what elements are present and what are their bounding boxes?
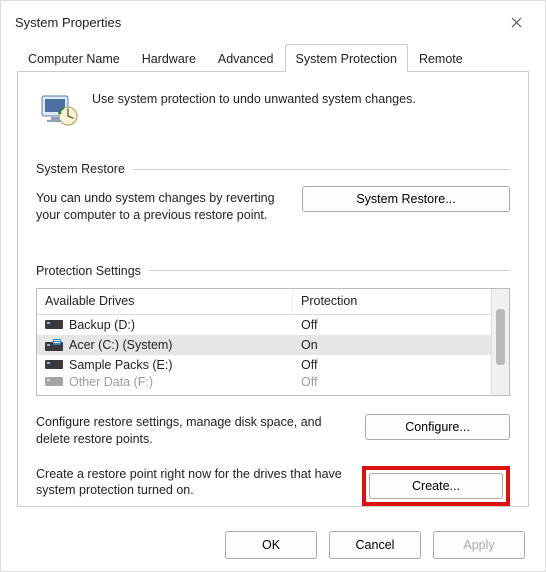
- system-restore-desc: You can undo system changes by reverting…: [36, 186, 284, 224]
- configure-row: Configure restore settings, manage disk …: [36, 414, 510, 448]
- tab-advanced[interactable]: Advanced: [207, 44, 285, 72]
- system-protection-icon: [38, 88, 78, 128]
- column-header-protection[interactable]: Protection: [293, 289, 491, 314]
- close-button[interactable]: [497, 7, 535, 37]
- titlebar: System Properties: [1, 1, 545, 39]
- content-area: Computer Name Hardware Advanced System P…: [1, 39, 545, 519]
- drive-icon: [45, 339, 63, 350]
- intro-row: Use system protection to undo unwanted s…: [36, 84, 510, 146]
- protection-cell: Off: [293, 357, 491, 373]
- table-header: Available Drives Protection: [37, 289, 491, 315]
- configure-button[interactable]: Configure...: [365, 414, 510, 440]
- divider: [133, 169, 510, 170]
- drive-icon: [45, 376, 63, 387]
- section-label: System Restore: [36, 162, 125, 176]
- drive-cell: Sample Packs (E:): [37, 357, 293, 373]
- tab-system-protection[interactable]: System Protection: [285, 44, 408, 72]
- protection-cell: Off: [293, 317, 491, 333]
- table-row[interactable]: Sample Packs (E:) Off: [37, 355, 491, 375]
- dialog-footer: OK Cancel Apply: [1, 519, 545, 571]
- drive-name: Acer (C:) (System): [69, 338, 172, 352]
- protection-cell: Off: [293, 375, 491, 389]
- system-restore-row: You can undo system changes by reverting…: [36, 186, 510, 224]
- protection-settings-heading: Protection Settings: [36, 264, 510, 278]
- tab-panel-system-protection: Use system protection to undo unwanted s…: [17, 72, 529, 507]
- drives-table-body: Available Drives Protection Backup (D:) …: [37, 289, 491, 395]
- table-row[interactable]: Backup (D:) Off: [37, 315, 491, 335]
- close-icon: [511, 17, 522, 28]
- system-properties-window: System Properties Computer Name Hardware…: [0, 0, 546, 572]
- tab-strip: Computer Name Hardware Advanced System P…: [17, 43, 529, 72]
- system-restore-button[interactable]: System Restore...: [302, 186, 510, 212]
- drive-cell: Other Data (F:): [37, 375, 293, 389]
- tab-computer-name[interactable]: Computer Name: [17, 44, 131, 72]
- drive-icon: [45, 359, 63, 370]
- column-header-drives[interactable]: Available Drives: [37, 289, 293, 314]
- create-button[interactable]: Create...: [369, 473, 503, 499]
- create-desc: Create a restore point right now for the…: [36, 466, 344, 500]
- protection-cell: On: [293, 337, 491, 353]
- section-label: Protection Settings: [36, 264, 141, 278]
- create-row: Create a restore point right now for the…: [36, 466, 510, 506]
- create-highlight: Create...: [362, 466, 510, 506]
- drive-cell: Acer (C:) (System): [37, 337, 293, 353]
- drive-name: Other Data (F:): [69, 375, 153, 389]
- divider: [149, 270, 510, 271]
- configure-desc: Configure restore settings, manage disk …: [36, 414, 347, 448]
- ok-button[interactable]: OK: [225, 531, 317, 559]
- table-scrollbar[interactable]: [491, 289, 509, 395]
- table-row[interactable]: Acer (C:) (System) On: [37, 335, 491, 355]
- cancel-button[interactable]: Cancel: [329, 531, 421, 559]
- drive-icon: [45, 319, 63, 330]
- system-restore-heading: System Restore: [36, 162, 510, 176]
- tab-hardware[interactable]: Hardware: [131, 44, 207, 72]
- table-row[interactable]: Other Data (F:) Off: [37, 375, 491, 389]
- drive-name: Backup (D:): [69, 318, 135, 332]
- tab-remote[interactable]: Remote: [408, 44, 474, 72]
- window-title: System Properties: [15, 15, 121, 30]
- apply-button[interactable]: Apply: [433, 531, 525, 559]
- intro-text: Use system protection to undo unwanted s…: [92, 88, 416, 106]
- drive-cell: Backup (D:): [37, 317, 293, 333]
- drive-name: Sample Packs (E:): [69, 358, 173, 372]
- scrollbar-thumb[interactable]: [496, 309, 505, 365]
- drives-table: Available Drives Protection Backup (D:) …: [36, 288, 510, 396]
